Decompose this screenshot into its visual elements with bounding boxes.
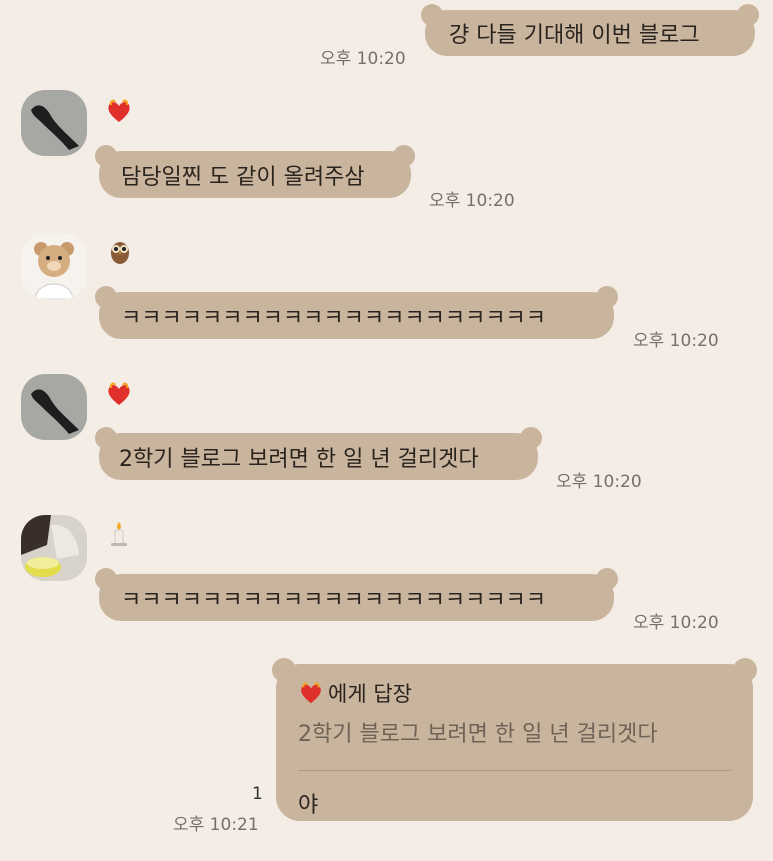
unread-count: 1 [252, 784, 263, 804]
reply-header-text: 에게 답장 [328, 682, 412, 706]
message-time: 오후 10:20 [556, 472, 642, 492]
message-time: 오후 10:20 [633, 331, 719, 351]
message-text: ㅋㅋㅋㅋㅋㅋㅋㅋㅋㅋㅋㅋㅋㅋㅋㅋㅋㅋㅋㅋㅋ [121, 587, 547, 613]
owl-icon [111, 242, 129, 264]
message-text: 걍 다들 기대해 이번 블로그 [449, 23, 700, 48]
message-text: ㅋㅋㅋㅋㅋㅋㅋㅋㅋㅋㅋㅋㅋㅋㅋㅋㅋㅋㅋㅋㅋ [121, 305, 547, 331]
burning-heart-icon [301, 682, 321, 704]
message-bubble[interactable]: 2학기 블로그 보려면 한 일 년 걸리겟다 [95, 427, 542, 480]
message-bubble[interactable]: 담당일찐 도 같이 올려주삼 [95, 145, 415, 198]
message-text: 담당일찐 도 같이 올려주삼 [121, 164, 365, 190]
message-time: 오후 10:20 [320, 49, 406, 69]
avatar[interactable] [21, 90, 87, 156]
divider [298, 770, 731, 771]
burning-heart-icon [108, 382, 130, 405]
reply-text: 야 [298, 793, 319, 818]
shadow-photo-icon [21, 374, 87, 440]
message-bubble[interactable]: ㅋㅋㅋㅋㅋㅋㅋㅋㅋㅋㅋㅋㅋㅋㅋㅋㅋㅋㅋㅋㅋ [95, 286, 618, 339]
message-text: 2학기 블로그 보려면 한 일 년 걸리겟다 [119, 446, 479, 472]
avatar[interactable] [21, 515, 87, 581]
avatar[interactable] [21, 374, 87, 440]
candle-icon [111, 522, 127, 546]
reply-header: 에게 답장 [298, 678, 731, 708]
reply-message-bubble[interactable]: 에게 답장 2학기 블로그 보려면 한 일 년 걸리겟다 야 [272, 658, 757, 821]
teddy-bear-icon [21, 233, 87, 299]
message-time: 오후 10:21 [173, 815, 259, 835]
message-time: 오후 10:20 [633, 613, 719, 633]
burning-heart-icon [108, 99, 130, 122]
reply-quote[interactable]: 2학기 블로그 보려면 한 일 년 걸리겟다 [298, 716, 731, 748]
avatar[interactable] [21, 233, 87, 299]
person-cake-photo-icon [21, 515, 87, 581]
message-bubble[interactable]: ㅋㅋㅋㅋㅋㅋㅋㅋㅋㅋㅋㅋㅋㅋㅋㅋㅋㅋㅋㅋㅋ [95, 568, 618, 621]
shadow-photo-icon [21, 90, 87, 156]
message-bubble[interactable]: 걍 다들 기대해 이번 블로그 [421, 4, 759, 56]
message-time: 오후 10:20 [429, 191, 515, 211]
